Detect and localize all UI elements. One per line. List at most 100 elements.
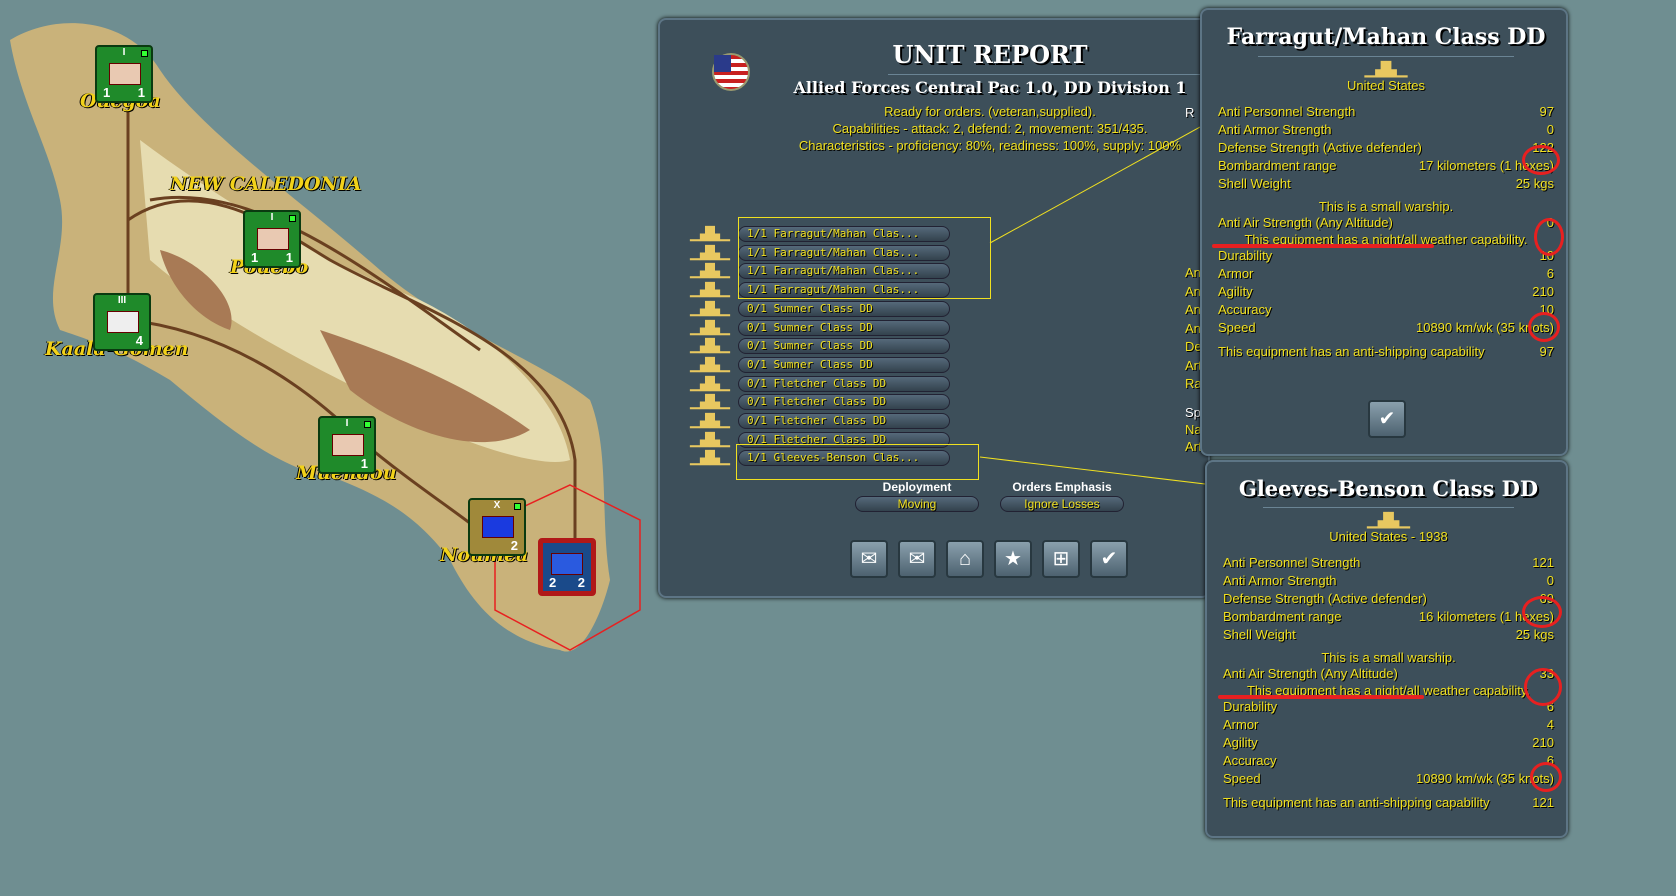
unit-defense: 2 bbox=[577, 575, 585, 590]
destroyer-icon: ▁▟▙▁ bbox=[690, 431, 730, 447]
divider bbox=[1258, 56, 1514, 57]
unit-defense: 1 bbox=[285, 250, 293, 265]
place-new-caledonia: NEW CALEDONIA bbox=[170, 173, 362, 195]
send-button[interactable]: ✉ bbox=[898, 540, 936, 578]
unit-attack: 1 bbox=[103, 85, 111, 100]
unit-counter[interactable]: X2 bbox=[468, 498, 526, 556]
destroyer-icon: ▁▟▙▁ bbox=[690, 394, 730, 410]
status-icon bbox=[514, 503, 521, 510]
stat-row: Durability 6 bbox=[1223, 698, 1554, 716]
characteristics-text: Characteristics - proficiency: 80%, read… bbox=[798, 138, 1182, 153]
equipment-name: 0/1 Sumner Class DD bbox=[738, 319, 950, 336]
unit-status: Ready for orders. (veteran,supplied). Ca… bbox=[760, 103, 1220, 154]
ok-button[interactable]: ✔ bbox=[1090, 540, 1128, 578]
unit-defense: 4 bbox=[135, 333, 143, 348]
star-button[interactable]: ★ bbox=[994, 540, 1032, 578]
stat-label: R bbox=[1185, 105, 1195, 120]
annotation-circle bbox=[1522, 596, 1562, 628]
stat-row: Speed 10890 km/wk (35 knots) bbox=[1223, 770, 1554, 788]
equipment-row[interactable]: ▁▟▙▁ 0/1 Fletcher Class DD bbox=[690, 412, 950, 430]
stat-value: 0 bbox=[1546, 573, 1554, 588]
stat-label: Accuracy bbox=[1223, 753, 1277, 768]
orders-emphasis-select[interactable]: Ignore Losses bbox=[1000, 496, 1124, 512]
stat-value: 25 kgs bbox=[1515, 176, 1554, 191]
stat-label: Anti Air Strength (Any Altitude) bbox=[1218, 215, 1393, 230]
ok-button[interactable]: ✔ bbox=[1368, 400, 1406, 438]
stat-label: Bombardment range bbox=[1223, 609, 1342, 624]
status-text: Ready for orders. (veteran,supplied). bbox=[884, 104, 1096, 119]
equipment-row[interactable]: ▁▟▙▁ 0/1 Sumner Class DD bbox=[690, 319, 950, 337]
stat-row: Speed 10890 km/wk (35 knots) bbox=[1218, 319, 1554, 337]
equipment-row[interactable]: ▁▟▙▁ 0/1 Sumner Class DD bbox=[690, 337, 950, 355]
equipment-name: 0/1 Fletcher Class DD bbox=[738, 413, 950, 429]
stat-row: Durability 10 bbox=[1218, 247, 1554, 265]
destroyer-icon: ▁▟▙▁ bbox=[690, 244, 730, 260]
destroyer-icon: ▁▟▙▁ bbox=[690, 300, 730, 316]
stat-value: 97 bbox=[1539, 344, 1554, 359]
upgrade-button[interactable]: ⌂ bbox=[946, 540, 984, 578]
destroyer-icon: ▁▟▙▁ bbox=[690, 226, 730, 241]
report-title: UNIT REPORT bbox=[892, 40, 1088, 69]
highlight-box bbox=[736, 444, 979, 480]
stat-row: Bombardment range 16 kilometers (1 hexes) bbox=[1223, 608, 1554, 626]
unit-counter[interactable]: I11 bbox=[95, 45, 153, 103]
equipment-row[interactable]: ▁▟▙▁ 0/1 Sumner Class DD bbox=[690, 300, 950, 318]
unit-counter[interactable]: I11 bbox=[243, 210, 301, 268]
stat-row: Armor 6 bbox=[1218, 265, 1554, 283]
stat-value: 97 bbox=[1539, 104, 1554, 119]
destroyer-icon: ▁▟▙▁ bbox=[690, 450, 730, 466]
ship-icon bbox=[551, 553, 583, 575]
hierarchy-button[interactable]: ⊞ bbox=[1042, 540, 1080, 578]
stat-row: Shell Weight 25 kgs bbox=[1218, 175, 1554, 193]
equipment-row[interactable]: ▁▟▙▁ 0/1 Sumner Class DD bbox=[690, 356, 950, 374]
destroyer-icon: ▁▟▙▁ bbox=[690, 282, 730, 298]
capabilities-text: Capabilities - attack: 2, defend: 2, mov… bbox=[832, 121, 1148, 136]
annotation-underline bbox=[1218, 695, 1424, 699]
stat-label: An bbox=[1185, 302, 1201, 317]
country: United States - 1938 bbox=[1329, 529, 1448, 544]
infantry-icon bbox=[257, 228, 289, 250]
infantry-icon bbox=[332, 434, 364, 456]
unit-defense: 1 bbox=[137, 85, 145, 100]
stat-row: Anti Personnel Strength 97 bbox=[1218, 103, 1554, 121]
unit-defense: 2 bbox=[510, 538, 518, 553]
status-icon bbox=[141, 50, 148, 57]
unit-counter[interactable]: III 4 bbox=[93, 293, 151, 351]
stat-label: Anti Air Strength (Any Altitude) bbox=[1223, 666, 1398, 681]
annotation-circle bbox=[1534, 218, 1564, 256]
note: This is a small warship. bbox=[1321, 650, 1456, 665]
mail-button[interactable]: ✉ bbox=[850, 540, 888, 578]
destroyer-icon: ▁▟▙▁ bbox=[690, 319, 730, 335]
stat-label: Anti Personnel Strength bbox=[1218, 104, 1356, 119]
country: United States bbox=[1346, 78, 1426, 93]
destroyer-icon: ▁▟▙▁ bbox=[690, 338, 730, 354]
stat-row: Agility 210 bbox=[1218, 283, 1554, 301]
selected-naval-unit[interactable]: 22 bbox=[538, 538, 596, 596]
status-icon bbox=[364, 421, 371, 428]
destroyer-icon: ▁▟▙▁ bbox=[690, 356, 730, 372]
unit-attack: 1 bbox=[251, 250, 259, 265]
hq-icon bbox=[107, 311, 139, 333]
stat-label: Defense Strength (Active defender) bbox=[1223, 591, 1427, 606]
deployment-select[interactable]: Moving bbox=[855, 496, 979, 512]
status-icon bbox=[289, 215, 296, 222]
detail-content: Gleeves-Benson Class DD ▁▟▙▁ United States… bbox=[1223, 476, 1554, 812]
unit-size: III bbox=[117, 295, 127, 306]
stat-row: Anti Armor Strength 0 bbox=[1223, 572, 1554, 590]
unit-attack: 2 bbox=[549, 575, 557, 590]
detail-content: Farragut/Mahan Class DD ▁▟▙▁ United States… bbox=[1218, 24, 1554, 361]
equipment-name: 0/1 Sumner Class DD bbox=[738, 300, 950, 317]
stat-label: Sp bbox=[1185, 405, 1201, 420]
equipment-row[interactable]: ▁▟▙▁ 0/1 Fletcher Class DD bbox=[690, 393, 950, 411]
stat-row: Anti Armor Strength 0 bbox=[1218, 121, 1554, 139]
stat-label: Speed bbox=[1223, 771, 1261, 786]
stat-label: Accuracy bbox=[1218, 302, 1272, 317]
equipment-row[interactable]: ▁▟▙▁ 0/1 Fletcher Class DD bbox=[690, 375, 950, 393]
stat-label: Defense Strength (Active defender) bbox=[1218, 140, 1422, 155]
stat-row: Armor 4 bbox=[1223, 716, 1554, 734]
unit-counter[interactable]: I1 bbox=[318, 416, 376, 474]
note: This is a small warship. bbox=[1318, 199, 1454, 214]
equipment-name: 0/1 Fletcher Class DD bbox=[738, 375, 950, 392]
unit-defense: 1 bbox=[360, 456, 368, 471]
annotation-circle bbox=[1530, 762, 1562, 792]
